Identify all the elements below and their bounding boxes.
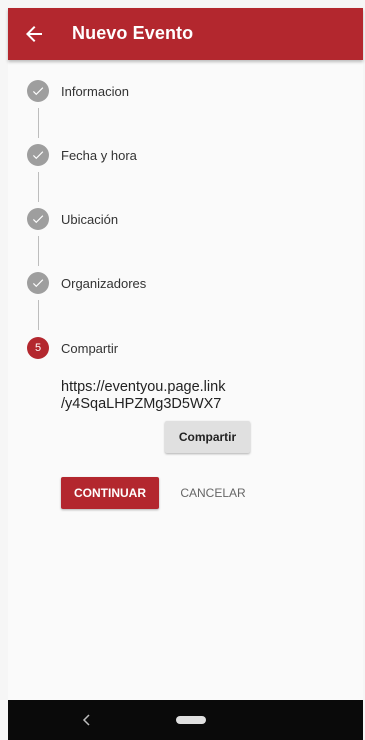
arrow-left-icon[interactable] [22,22,46,46]
share-button[interactable]: Compartir [165,421,250,453]
step-complete-badge [27,144,49,166]
share-link-line-2: /y4SqaLHPZMg3D5WX7 [61,396,222,412]
share-link-line-1: https://eventyou.page.link [61,379,226,395]
step-connector [38,108,39,138]
check-icon [32,215,44,224]
app-screen: Nuevo Evento Informacion Fecha y hora Ub… [8,8,363,708]
step-connector [38,236,39,266]
cancel-button[interactable]: CANCELAR [168,477,258,509]
step-connector [38,300,39,330]
check-icon [32,87,44,96]
step-label: Organizadores [61,276,147,291]
step-complete-badge [27,80,49,102]
step-label: Informacion [61,84,129,99]
system-nav-bar [8,700,363,740]
step-label: Ubicación [61,212,119,227]
nav-home-pill-icon[interactable] [176,716,206,724]
step-connector [38,172,39,202]
app-bar: Nuevo Evento [8,8,363,60]
check-icon [32,151,44,160]
continue-button[interactable]: CONTINUAR [61,477,159,509]
step-complete-badge [27,272,49,294]
step-label: Fecha y hora [61,148,137,163]
step-label: Compartir [61,341,119,356]
share-link: https://eventyou.page.link /y4SqaLHPZMg3… [61,379,301,413]
step-active-badge: 5 [27,337,49,359]
page-title: Nuevo Evento [72,23,194,43]
check-icon [32,279,44,288]
nav-back-icon[interactable] [80,713,94,727]
step-number: 5 [34,342,42,354]
step-complete-badge [27,208,49,230]
